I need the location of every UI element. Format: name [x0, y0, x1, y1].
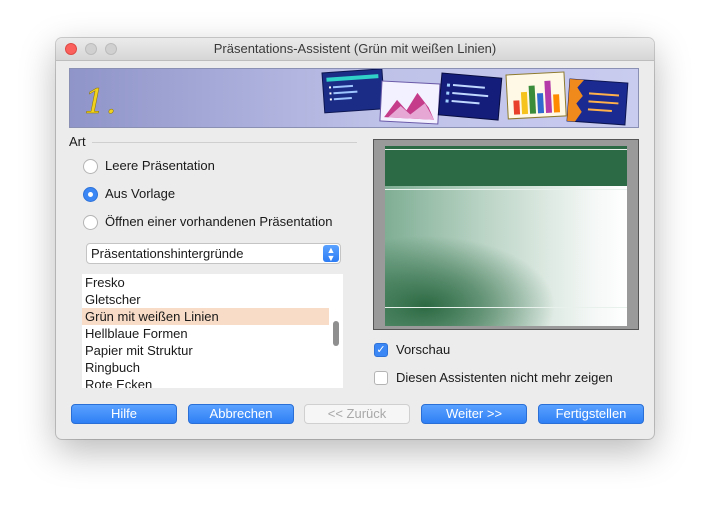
finish-button[interactable]: Fertigstellen: [538, 404, 644, 424]
radio-label: Öffnen einer vorhandenen Präsentation: [105, 214, 333, 229]
template-preview-image: [385, 146, 627, 326]
slide-thumbnail-chart-icon: [379, 80, 441, 125]
slide-thumbnail-orange-icon: [566, 78, 629, 126]
preview-title-band: [385, 146, 627, 186]
category-select-value: Präsentationshintergründe: [91, 246, 244, 261]
check-icon[interactable]: ✓: [374, 343, 388, 357]
art-section-label: Art: [69, 134, 86, 149]
preview-checkbox-label: Vorschau: [396, 342, 451, 357]
list-item[interactable]: Ringbuch: [82, 359, 329, 376]
list-item[interactable]: Rote Ecken: [82, 376, 329, 388]
preview-line: [385, 149, 627, 150]
help-button[interactable]: Hilfe: [71, 404, 177, 424]
radio-button-selected[interactable]: [83, 187, 98, 202]
next-button[interactable]: Weiter >>: [421, 404, 527, 424]
list-item[interactable]: Gletscher: [82, 291, 329, 308]
preview-frame: [373, 139, 639, 330]
list-item-selected[interactable]: Grün mit weißen Linien: [82, 308, 329, 325]
dont-show-checkbox-label: Diesen Assistenten nicht mehr zeigen: [396, 370, 613, 385]
list-item[interactable]: Hellblaue Formen: [82, 325, 329, 342]
chevron-updown-icon[interactable]: ▲ ▼: [323, 245, 339, 263]
banner-illustration: 1.: [84, 69, 629, 126]
slide-thumbnail-bars-icon: [505, 71, 567, 120]
section-divider: [92, 142, 357, 143]
back-button[interactable]: << Zurück: [304, 404, 410, 424]
category-select[interactable]: Präsentationshintergründe ▲ ▼: [86, 243, 341, 264]
step-number: 1.: [84, 82, 116, 122]
dont-show-checkbox[interactable]: [374, 371, 388, 385]
list-scrollbar-thumb[interactable]: [333, 321, 339, 346]
cancel-button[interactable]: Abbrechen: [188, 404, 294, 424]
template-list[interactable]: Fresko Gletscher Grün mit weißen Linien …: [82, 274, 343, 388]
preview-line: [385, 307, 627, 308]
window-title: Präsentations-Assistent (Grün mit weißen…: [213, 41, 497, 56]
list-item[interactable]: Papier mit Struktur: [82, 342, 329, 359]
slide-thumbnail-list-icon: [437, 72, 503, 121]
radio-button[interactable]: [83, 215, 98, 230]
preview-line: [385, 189, 627, 190]
wizard-window: Präsentations-Assistent (Grün mit weißen…: [56, 38, 654, 439]
radio-label: Aus Vorlage: [105, 186, 176, 201]
wizard-banner: 1.: [69, 68, 639, 128]
title-bar[interactable]: Präsentations-Assistent (Grün mit weißen…: [56, 38, 654, 61]
radio-label: Leere Präsentation: [105, 158, 215, 173]
slide-thumbnail-blue-icon: [321, 69, 386, 114]
list-item[interactable]: Fresko: [82, 274, 329, 291]
radio-button[interactable]: [83, 159, 98, 174]
